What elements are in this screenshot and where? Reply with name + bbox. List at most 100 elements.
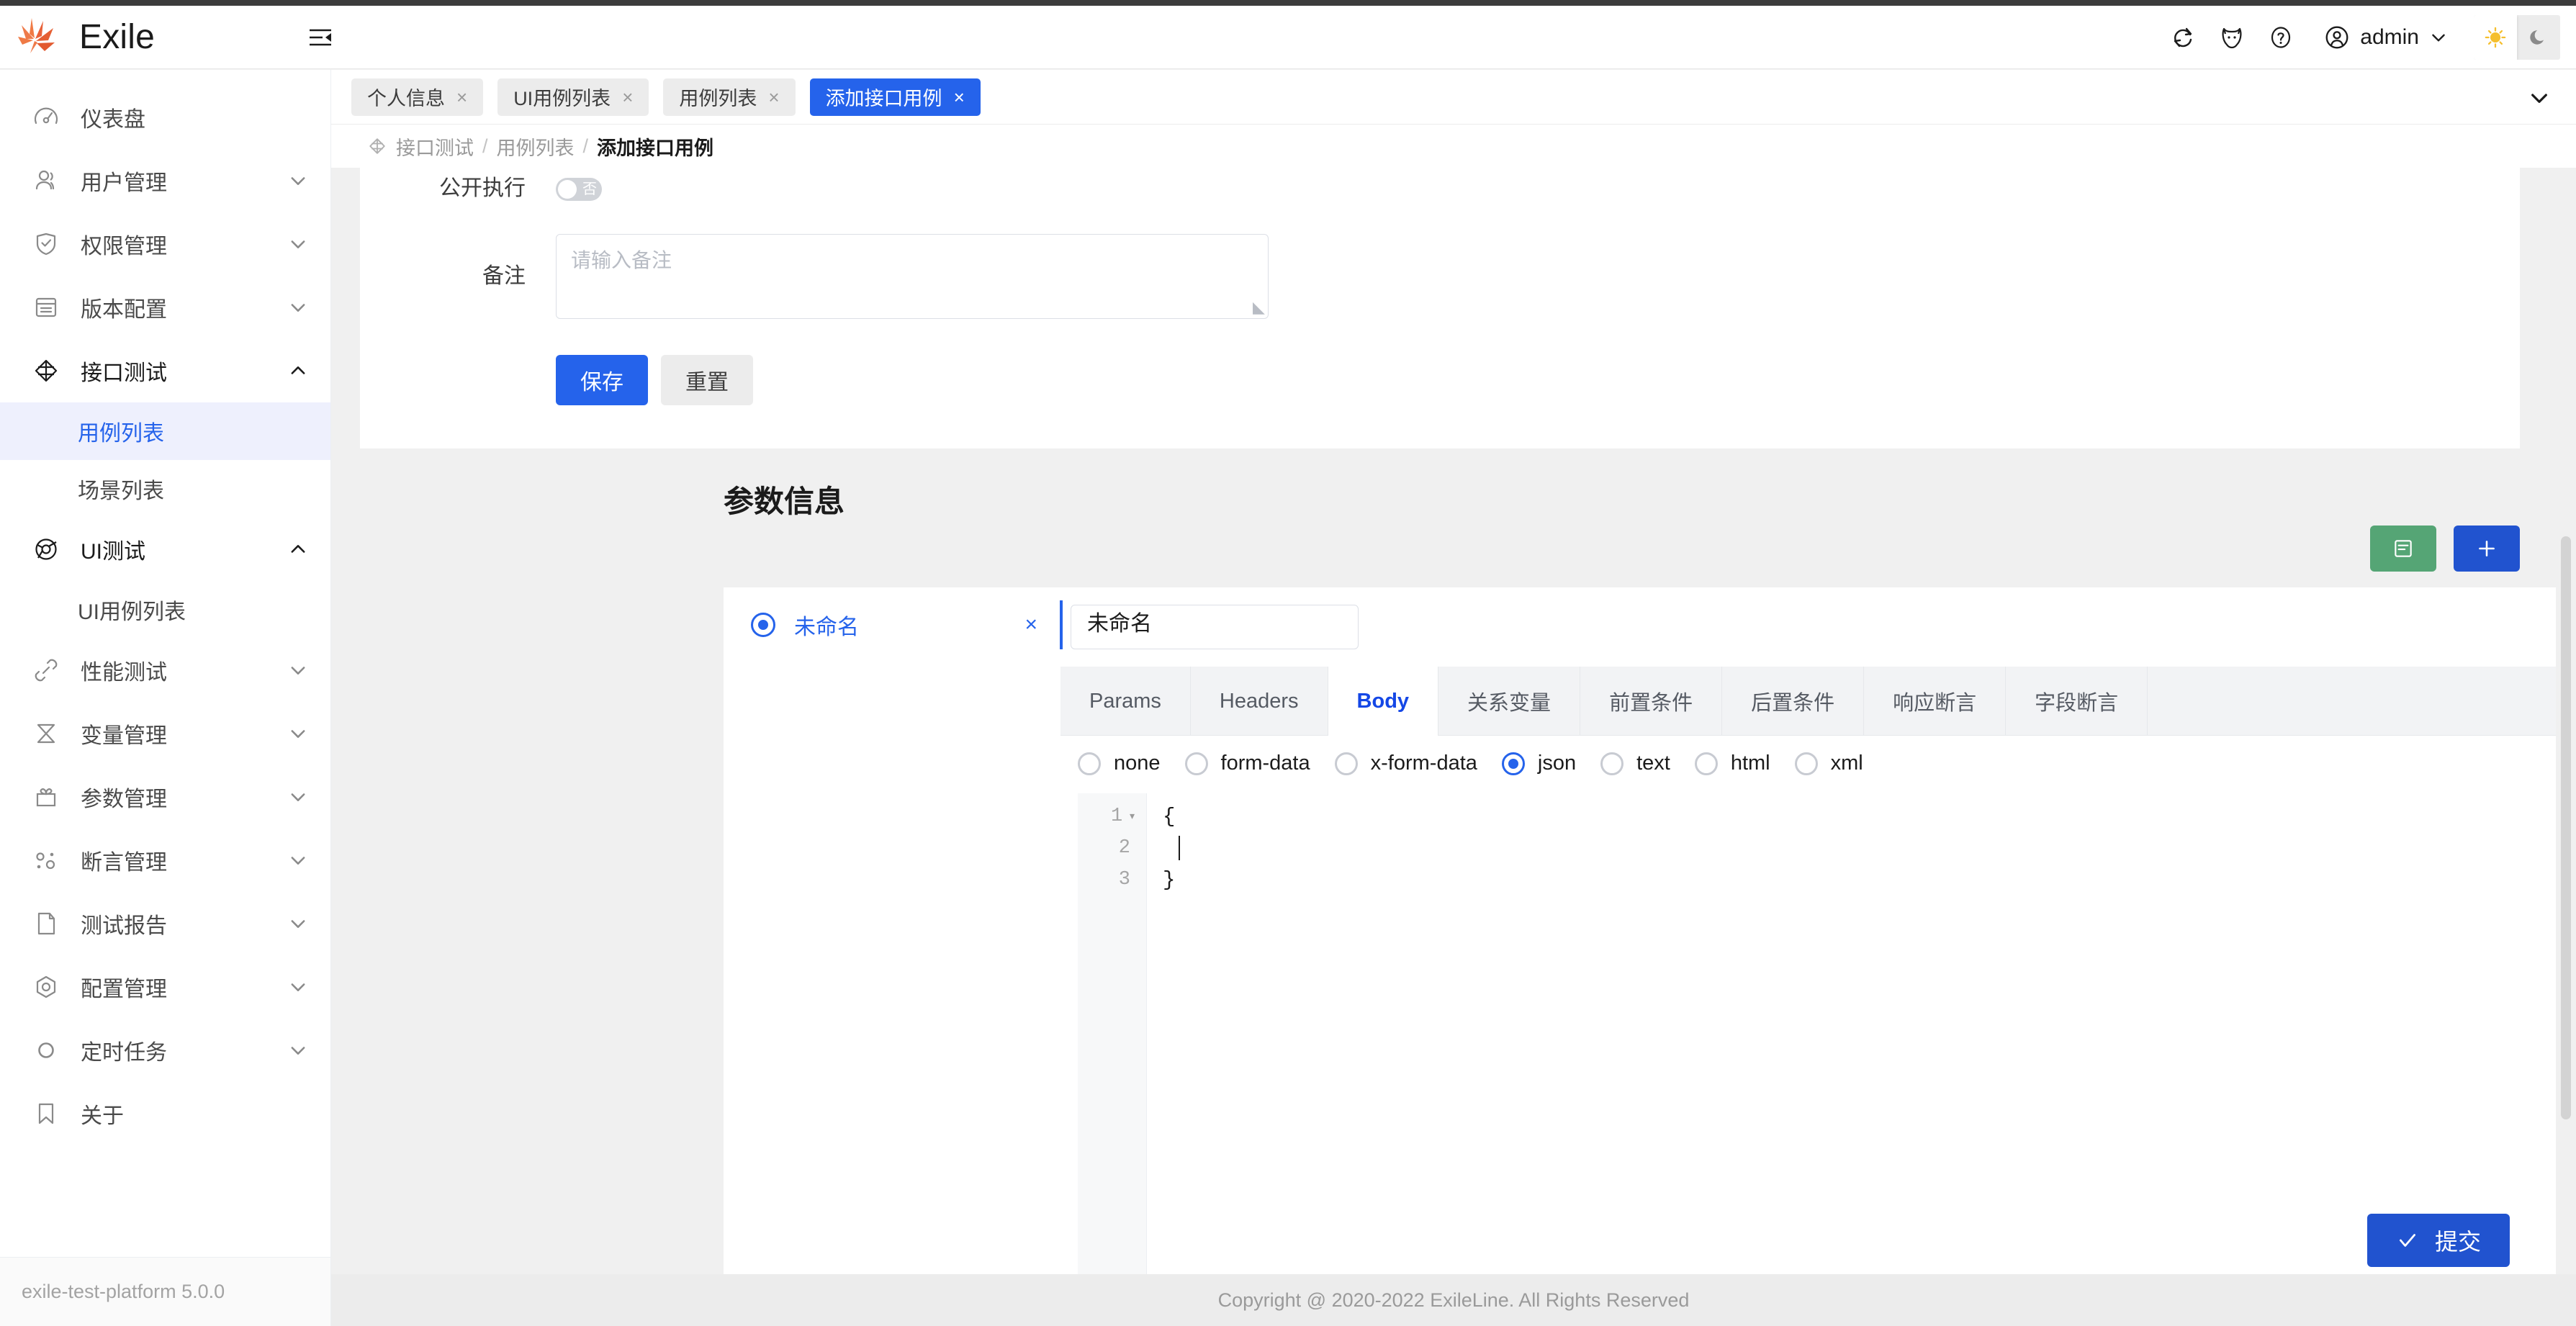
submit-label: 提交: [2435, 1224, 2481, 1257]
radio-button[interactable]: [1335, 752, 1358, 775]
user-menu[interactable]: admin: [2305, 6, 2464, 69]
chevron-down-icon: [287, 1039, 309, 1061]
body-type-x-form-data[interactable]: x-form-data: [1335, 752, 1477, 775]
theme-toggle[interactable]: [2474, 15, 2560, 60]
resize-grip-icon[interactable]: ◢: [1253, 298, 1265, 317]
document-lines-icon: [2392, 537, 2415, 560]
breadcrumb-item-1[interactable]: 用例列表: [497, 132, 575, 161]
tab-relation-variable[interactable]: 关系变量: [1438, 667, 1580, 736]
radio-button[interactable]: [1502, 752, 1525, 775]
sidebar-item-label: 权限管理: [81, 228, 287, 260]
main-content: 公开执行 否 备注 请输入备注 ◢ 保存 重置: [331, 168, 2576, 1274]
sidebar-item-config-management[interactable]: 配置管理: [0, 955, 330, 1019]
file-icon: [30, 908, 62, 939]
close-icon[interactable]: ×: [622, 88, 633, 107]
tab-add-api-case[interactable]: 添加接口用例 ×: [810, 78, 981, 116]
body-type-label: xml: [1831, 752, 1863, 775]
main-scrollbar-track[interactable]: [2556, 168, 2576, 1274]
tab-body[interactable]: Body: [1328, 667, 1439, 736]
body-type-text[interactable]: text: [1600, 752, 1670, 775]
breadcrumb-item-0[interactable]: 接口测试: [396, 132, 474, 161]
sidebar-item-variable-management[interactable]: 变量管理: [0, 702, 330, 765]
body-type-html[interactable]: html: [1695, 752, 1770, 775]
sidebar-item-dashboard[interactable]: 仪表盘: [0, 86, 330, 149]
tab-params[interactable]: Params: [1060, 667, 1191, 736]
tab-pre-condition[interactable]: 前置条件: [1580, 667, 1722, 736]
body-type-none[interactable]: none: [1078, 752, 1161, 775]
add-param-button[interactable]: [2454, 526, 2520, 572]
github-icon[interactable]: [2207, 6, 2256, 69]
gutter-line: 2: [1078, 832, 1146, 864]
tab-post-condition[interactable]: 后置条件: [1722, 667, 1864, 736]
sidebar-item-ui-test[interactable]: UI测试: [0, 518, 330, 581]
case-form-card: 公开执行 否 备注 请输入备注 ◢ 保存 重置: [360, 168, 2520, 448]
sidebar-item-scheduled-task[interactable]: 定时任务: [0, 1019, 330, 1082]
sidebar-item-label: 配置管理: [81, 971, 287, 1003]
tab-label: 个人信息: [367, 83, 445, 111]
close-icon[interactable]: ×: [456, 88, 467, 107]
breadcrumb: 接口测试 / 用例列表 / 添加接口用例: [331, 125, 2576, 168]
radio-button[interactable]: [1185, 752, 1208, 775]
radio-button[interactable]: [1695, 752, 1718, 775]
radio-button[interactable]: [1078, 752, 1101, 775]
chevron-down-icon: [287, 659, 309, 681]
sidebar-item-assertion-management[interactable]: 断言管理: [0, 829, 330, 892]
sun-icon[interactable]: [2474, 15, 2517, 60]
body-type-form-data[interactable]: form-data: [1185, 752, 1310, 775]
gutter-line: 3: [1078, 864, 1146, 896]
body-type-label: text: [1636, 752, 1670, 775]
tab-personal-info[interactable]: 个人信息 ×: [351, 78, 483, 116]
sidebar-item-version-config[interactable]: 版本配置: [0, 276, 330, 339]
main-scrollbar-thumb[interactable]: [2561, 536, 2571, 1119]
body-type-xml[interactable]: xml: [1795, 752, 1863, 775]
radio-button[interactable]: [1600, 752, 1623, 775]
submit-button[interactable]: 提交: [2367, 1214, 2510, 1267]
save-button[interactable]: 保存: [556, 355, 648, 405]
sidebar-item-ui-case-list[interactable]: UI用例列表: [0, 581, 330, 639]
sidebar-list: 仪表盘 用户管理: [0, 70, 330, 1145]
radio-button[interactable]: [1795, 752, 1818, 775]
sidebar-item-label: 接口测试: [81, 355, 287, 387]
tab-ui-case-list[interactable]: UI用例列表 ×: [497, 78, 649, 116]
param-name-input[interactable]: 未命名: [1071, 605, 1359, 649]
tab-case-list[interactable]: 用例列表 ×: [663, 78, 795, 116]
close-icon[interactable]: ×: [954, 88, 965, 107]
sidebar-item-param-management[interactable]: 参数管理: [0, 765, 330, 829]
sidebar-item-api-test[interactable]: 接口测试: [0, 339, 330, 402]
close-icon[interactable]: ×: [1024, 613, 1037, 637]
chevron-down-icon[interactable]: [2527, 86, 2552, 110]
editor-code[interactable]: { }: [1147, 793, 2576, 1274]
tab-field-assertion[interactable]: 字段断言: [2006, 667, 2148, 736]
body-type-json[interactable]: json: [1502, 752, 1576, 775]
moon-icon[interactable]: [2517, 15, 2560, 60]
tab-headers[interactable]: Headers: [1191, 667, 1328, 736]
sidebar-item-about[interactable]: 关于: [0, 1082, 330, 1145]
menu-collapse-icon[interactable]: [304, 21, 337, 54]
chevron-up-icon: [287, 538, 309, 560]
param-list-item[interactable]: 未命名 ×: [724, 587, 1060, 662]
sidebar-item-permission-management[interactable]: 权限管理: [0, 212, 330, 276]
sidebar-item-test-report[interactable]: 测试报告: [0, 892, 330, 955]
sidebar-item-user-management[interactable]: 用户管理: [0, 149, 330, 212]
param-radio[interactable]: [751, 613, 775, 637]
fold-arrow-icon[interactable]: ▾: [1128, 808, 1136, 824]
close-icon[interactable]: ×: [768, 88, 779, 107]
remark-input[interactable]: 请输入备注 ◢: [556, 234, 1269, 319]
public-exec-toggle[interactable]: 否: [556, 178, 602, 201]
sidebar-item-performance-test[interactable]: 性能测试: [0, 639, 330, 702]
sidebar-item-scene-list[interactable]: 场景列表: [0, 460, 330, 518]
question-circle-icon[interactable]: [2256, 6, 2305, 69]
check-icon: [2396, 1229, 2419, 1252]
remark-row: 备注 请输入备注 ◢: [360, 234, 2520, 319]
json-body-editor[interactable]: 1 ▾ 2 3 {: [1078, 793, 2576, 1274]
app-header: Exile: [0, 6, 2576, 69]
sidebar-item-case-list[interactable]: 用例列表: [0, 402, 330, 460]
reset-button[interactable]: 重置: [661, 355, 753, 405]
copy-params-button[interactable]: [2370, 526, 2436, 572]
param-detail: 未命名 发送 Params Headers Body 关系变量 前置条件 后置条…: [1060, 587, 2576, 1274]
refresh-icon[interactable]: [2158, 6, 2207, 69]
public-exec-row: 公开执行 否: [360, 178, 2520, 201]
users-icon: [30, 165, 62, 197]
tab-response-assertion[interactable]: 响应断言: [1864, 667, 2006, 736]
sidebar-version: exile-test-platform 5.0.0: [0, 1257, 330, 1326]
